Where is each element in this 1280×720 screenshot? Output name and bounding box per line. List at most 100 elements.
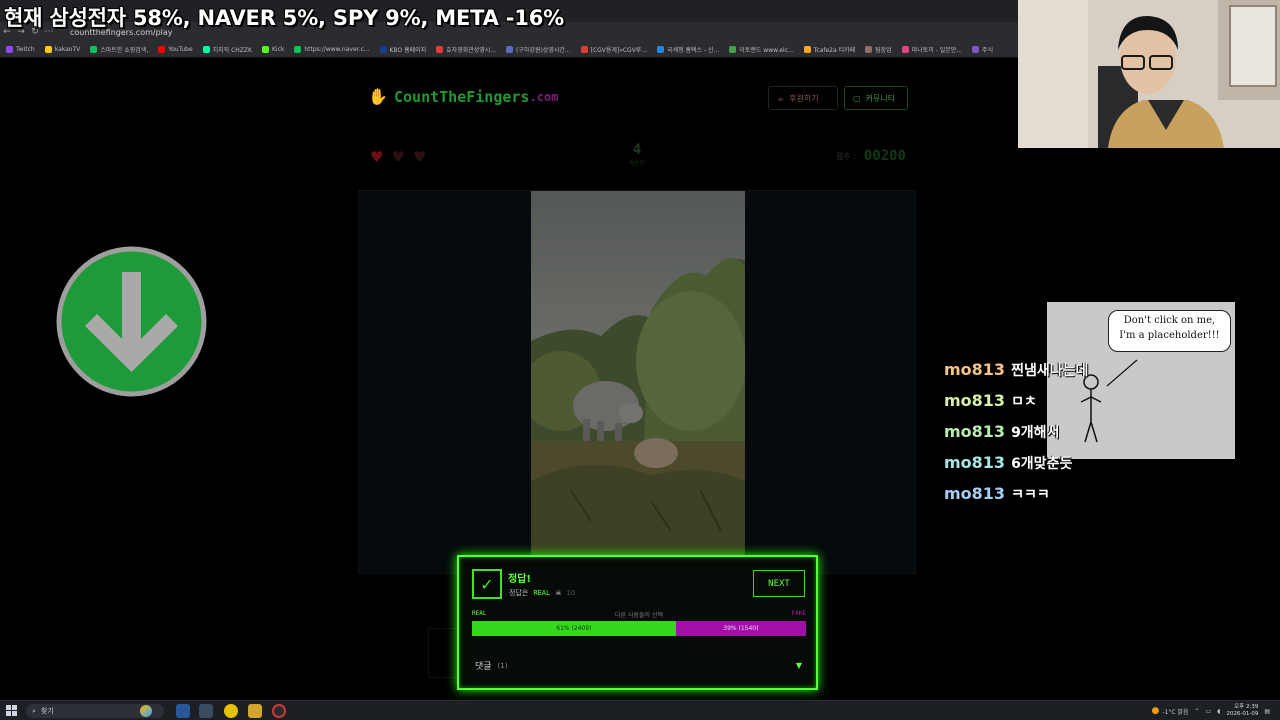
bookmark-item[interactable]: 스마트한 쇼핑검색, [90,45,148,54]
chat-username: mo813 [944,360,1006,379]
bookmark-favicon-icon [158,46,166,53]
heart-icon: ♥ [370,148,384,166]
tray-chevron-up-icon[interactable]: ⌃ [1194,708,1199,715]
placeholder-line-2: I'm a placeholder!!! [1119,330,1220,341]
vote-bar-real: 61% (2409) [472,621,676,636]
file-explorer-icon[interactable] [248,704,262,718]
hidden-side-panel [428,628,458,678]
next-button[interactable]: NEXT [753,570,805,597]
comments-toggle[interactable]: 댓글 (1) [475,659,507,673]
weather-sun-icon: ● [1151,706,1160,716]
score-value: 00200 [863,148,906,164]
logo-text: CountTheFingers [394,88,530,106]
chat-username: mo813 [944,453,1006,472]
chat-text: 찐냄새나는데 [1011,362,1089,379]
bookmark-label: Kick [271,46,285,53]
donate-button[interactable]: ☕ 후원하기 [768,86,838,110]
bookmark-label: 국세청 홈택스 - 신... [667,47,720,54]
community-button[interactable]: ▢ 커뮤니티 [844,86,908,110]
chat-text: ㅋㅋㅋ [1011,486,1050,503]
bookmark-item[interactable]: [CGV용게]»CGV루... [580,45,647,54]
result-title: 정답! [508,574,531,585]
copilot-icon[interactable] [140,705,152,717]
skull-icon: ☠ [555,589,562,597]
bookmark-item[interactable]: 주식 [972,45,993,54]
bookmark-label: Twitch [16,46,35,53]
media-frame [358,190,916,575]
answer-prefix: 정답은 [509,589,529,597]
bookmark-label: Tcafe2a 티카페 [813,47,856,54]
bookmark-item[interactable]: Tcafe2a 티카페 [803,45,856,54]
site-logo[interactable]: ✋ CountTheFingers .com [368,88,559,107]
obs-app-icon[interactable] [272,704,286,718]
chat-message: mo813 9개해서 [944,416,1088,447]
bookmark-item[interactable]: https://www.naver.c... [294,46,370,53]
heart-icon: ♥ [412,148,427,166]
placeholder-speech-bubble: Don't click on me, I'm a placeholder!!! [1108,310,1231,352]
chat-bubble-icon: ▢ [853,93,861,103]
checkmark-icon: ✓ [472,569,502,599]
bookmark-item[interactable]: (구하강원)상영시간... [506,45,571,54]
bookmark-label: 마나토끼 - 일본만... [911,47,963,54]
bookmark-item[interactable]: YouTube [158,46,193,53]
download-arrow-icon [54,244,209,399]
vote-bar-labels: REAL 다른 사람들의 선택 FAKE [472,610,806,619]
fake-label: FAKE [791,610,806,617]
bookmark-favicon-icon [202,46,210,53]
community-label: 커뮤니티 [865,93,896,103]
bookmark-label: 이토랜드 www.elc... [739,47,794,54]
taskbar: ⌕ 찾기 ● -1°C 맑음 ⌃ ▭ ◖ 오후 2:39 2026-01-09 … [0,700,1280,720]
bookmark-item[interactable]: 효자영화관상영시... [436,45,496,54]
notification-icon[interactable]: ▤ [1264,708,1270,715]
chat-username: mo813 [944,422,1006,441]
bookmark-label: 치지직 CHZZK [212,47,252,54]
search-icon: ⌕ [32,706,36,715]
chat-message: mo813 ㅁㅊ [944,385,1088,416]
bookmark-favicon-icon [6,46,13,53]
clock-date: 2026-01-09 [1226,711,1259,717]
bookmark-item[interactable]: kakaoTV [44,46,81,53]
real-label: REAL [472,610,487,617]
bookmark-favicon-icon [294,46,302,53]
bookmark-label: (구하강원)상영시간... [516,47,571,54]
system-tray: ● -1°C 맑음 ⌃ ▭ ◖ 오후 2:39 2026-01-09 ▤ [1152,701,1280,720]
windows-start-icon[interactable] [6,705,17,716]
kakaotalk-app-icon[interactable] [224,704,238,718]
logo-tld: .com [529,90,559,104]
bookmark-item[interactable]: 치지직 CHZZK [202,45,252,54]
bookmark-favicon-icon [44,46,52,53]
bookmark-item[interactable]: 마나토끼 - 일본만... [901,45,963,54]
chat-text: 6개맞춘듯 [1011,455,1073,472]
bookmark-favicon-icon [657,46,665,53]
weather-widget[interactable]: ● -1°C 맑음 [1152,706,1189,716]
chat-text: 9개해서 [1011,424,1060,441]
heart-icon: ♥ [391,148,405,166]
bookmark-item[interactable]: KBO 홈페이지 [379,45,426,54]
word-app-icon[interactable] [176,704,190,718]
taskbar-clock[interactable]: 오후 2:39 2026-01-09 [1226,704,1258,718]
stream-chat: mo813 찐냄새나는데 mo813 ㅁㅊ mo813 9개해서 mo813 6개맞춘듯 mo8… [944,354,1088,509]
chrome-app-icon[interactable] [199,704,213,718]
bookmark-item[interactable]: Kick [261,46,285,53]
bookmark-label: 주식 [982,47,994,54]
bookmark-label: kakaoTV [54,46,81,53]
result-panel: ✓ 정답! 정답은 REAL ☠ 10 NEXT REAL 다른 사람들의 선택… [457,555,818,690]
screen: ← → ↻ ⋯ countthefingers.com/play Twitch k… [0,0,1280,720]
bookmark-item[interactable]: 팀장업 [865,45,892,54]
network-icon[interactable]: ▭ [1206,708,1212,715]
volume-icon[interactable]: ◖ [1217,708,1220,715]
bookmark-item[interactable]: 이토랜드 www.elc... [729,45,794,54]
coffee-icon: ☕ [777,93,785,103]
score-label: 점수 : [835,151,856,161]
bookmark-favicon-icon [90,46,98,53]
chevron-down-icon[interactable]: ▼ [796,661,802,670]
bookmark-favicon-icon [506,46,514,53]
lives-hearts: ♥ ♥ ♥ [370,148,426,166]
bookmark-label: 팀장업 [875,47,892,54]
webcam-feed [1018,0,1280,148]
bookmark-item[interactable]: Twitch [6,46,35,53]
bookmark-item[interactable]: 국세청 홈택스 - 신... [657,45,719,54]
bookmark-label: 스마트한 쇼핑검색, [100,47,149,54]
vote-bar: 61% (2409) 39% (1540) [472,621,806,636]
rhino-scene-image [531,191,745,575]
